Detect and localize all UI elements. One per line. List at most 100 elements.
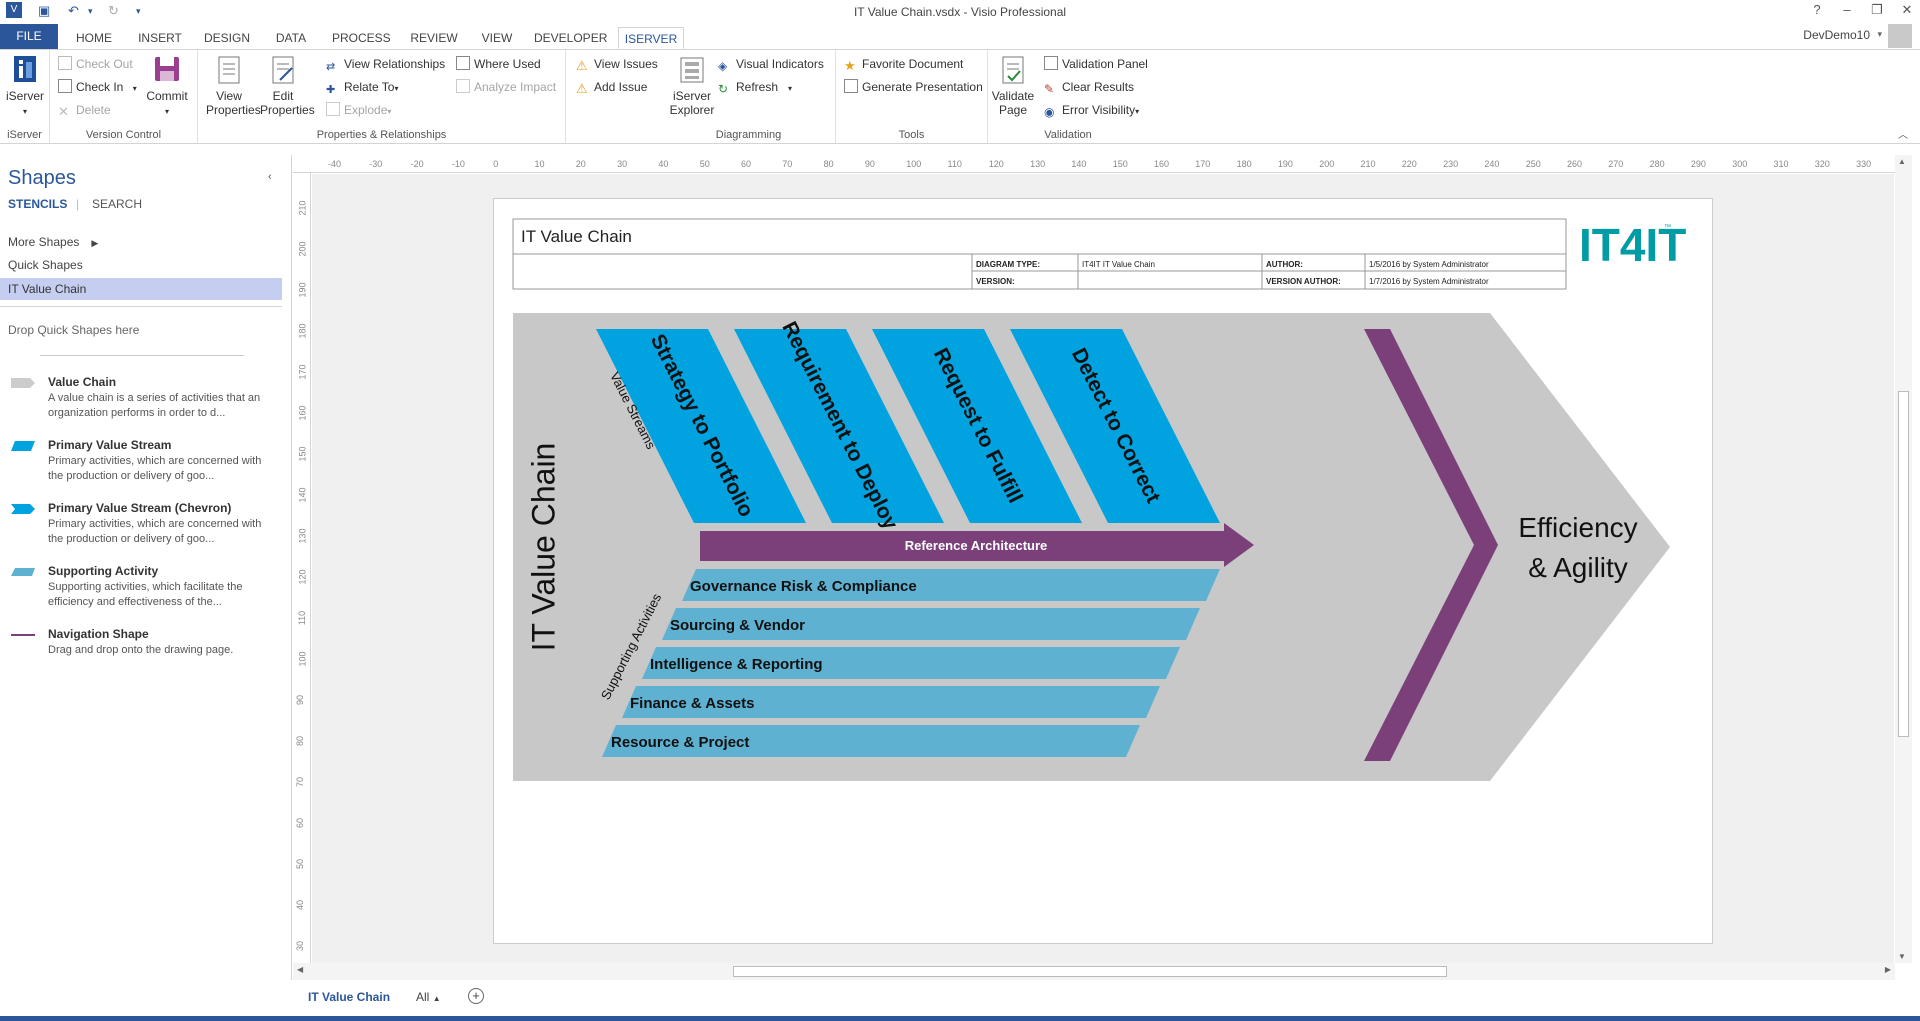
analyze-impact-label: Analyze Impact [474,80,557,94]
chain-title: IT Value Chain [525,443,561,652]
where-used-label: Where Used [474,57,541,71]
edit-properties-button[interactable]: Edit Properties [260,54,315,117]
shapes-title: Shapes [8,167,76,189]
error-visibility-button[interactable]: ◉ Error Visibility▾ [1044,100,1139,120]
ruler-tick: 270 [1608,159,1624,169]
stencil-shape-supporting-activity[interactable]: Supporting Activity Supporting activitie… [8,564,283,610]
separator: | [76,197,80,211]
generate-presentation-button[interactable]: Generate Presentation [844,77,983,97]
title-bar: V ▣ ↶ ▾ ↻ ▾ IT Value Chain.vsdx - Visio … [0,0,1920,24]
tab-stencils[interactable]: STENCILS [8,197,67,211]
validate-page-button[interactable]: Validate Page [990,54,1036,117]
avatar[interactable] [1888,24,1912,48]
ruler-tick: -40 [328,159,342,169]
help-icon[interactable]: ? [1806,2,1828,17]
vertical-scroll-thumb[interactable] [1898,391,1909,737]
page-tab-it-value-chain[interactable]: IT Value Chain [308,990,390,1004]
tab-insert[interactable]: INSERT [138,27,182,49]
ruler-tick: 240 [1484,159,1500,169]
ruler-tick: 60 [295,817,306,829]
drawing-page[interactable]: IT Value Chain DIAGRAM TYPE: IT4IT IT Va… [493,198,1713,944]
user-name[interactable]: DevDemo10 [1803,28,1870,42]
tab-search[interactable]: SEARCH [92,197,142,211]
activity-governance-risk-compliance[interactable]: Governance Risk & Compliance [682,569,1220,601]
user-dropdown-icon[interactable]: ▾ [1877,29,1882,40]
scroll-up-icon[interactable]: ▲ [1898,157,1906,166]
refresh-button[interactable]: ↻ Refresh ▾ [718,77,792,97]
ruler-tick: 210 [1360,159,1376,169]
delete-button[interactable]: ✕ Delete [58,100,111,120]
restore-icon[interactable]: ❐ [1866,2,1888,18]
ruler-tick: 150 [297,446,308,462]
stencil-shape-navigation[interactable]: Navigation Shape Drag and drop onto the … [8,627,283,663]
ruler-tick: 200 [1319,159,1335,169]
check-in-button[interactable]: Check In ▾ [58,77,137,97]
favorite-document-button[interactable]: ★ Favorite Document [844,54,963,74]
group-issues: ⚠ View Issues ⚠ Add Issue [566,50,662,143]
iserver-button[interactable]: iServer ▾ [4,54,46,119]
page-tab-all[interactable]: All ▲ [416,990,441,1004]
stencil-shape-primary-value-stream[interactable]: Primary Value Stream Primary activities,… [8,438,283,484]
minimize-icon[interactable]: – [1836,2,1858,17]
author-value: 1/5/2016 by System Administrator [1369,260,1489,269]
ruler-tick: 180 [1236,159,1252,169]
ruler-tick: 110 [947,159,962,169]
scroll-right-icon[interactable]: ▶ [1885,965,1891,974]
commit-icon [155,57,179,81]
relate-to-button[interactable]: ✚ Relate To▾ [326,77,399,97]
scroll-down-icon[interactable]: ▼ [1898,952,1906,961]
vertical-ruler: 210 200 190 180 170 160 150 140 130 120 110 100 90 80… [293,173,311,973]
where-used-button[interactable]: Where Used [456,54,541,74]
stencil-shape-value-chain[interactable]: Value Chain A value chain is a series of… [8,375,283,421]
visual-indicators-button[interactable]: ◈ Visual Indicators [718,54,824,74]
activity-intelligence-reporting[interactable]: Intelligence & Reporting [642,647,1180,679]
commit-button[interactable]: Commit ▾ [142,54,192,119]
validation-panel-icon [1044,56,1058,70]
iserver-explorer-button[interactable]: iServer Explorer [666,54,718,117]
tab-iserver[interactable]: ISERVER [618,27,684,49]
visual-indicators-icon: ◈ [718,59,728,73]
activity-sourcing-vendor[interactable]: Sourcing & Vendor [662,608,1200,640]
delete-icon: ✕ [58,104,69,119]
collapse-pane-icon[interactable]: ‹ [268,171,272,183]
quick-shapes-item[interactable]: Quick Shapes [0,254,282,276]
tab-process[interactable]: PROCESS [332,27,391,49]
window-title: IT Value Chain.vsdx - Visio Professional [853,5,1067,19]
collapse-ribbon-icon[interactable]: ︿ [1898,126,1908,141]
activity-finance-assets[interactable]: Finance & Assets [622,686,1160,718]
close-icon[interactable]: ✕ [1896,2,1918,18]
drawing-canvas[interactable]: IT Value Chain DIAGRAM TYPE: IT4IT IT Va… [312,174,1894,964]
activity-resource-project[interactable]: Resource & Project [602,725,1140,757]
analyze-impact-button[interactable]: Analyze Impact [456,77,556,97]
view-relationships-button[interactable]: ⇄ View Relationships [326,54,445,74]
horizontal-scrollbar[interactable]: ◀ ▶ [293,963,1895,980]
tab-design[interactable]: DESIGN [204,27,250,49]
explode-button[interactable]: Explode▾ [326,100,391,120]
scroll-left-icon[interactable]: ◀ [297,965,303,974]
horizontal-scroll-thumb[interactable] [733,966,1447,977]
ruler-tick: 50 [295,858,306,870]
tab-file[interactable]: FILE [0,24,58,49]
tab-view[interactable]: VIEW [480,27,514,49]
check-out-button[interactable]: Check Out [58,54,133,74]
validation-panel-button[interactable]: Validation Panel [1044,54,1148,74]
header-title: IT Value Chain [521,227,632,246]
it-value-chain-stencil[interactable]: IT Value Chain [0,278,282,300]
tab-review[interactable]: REVIEW [410,27,458,49]
tab-home[interactable]: HOME [74,27,114,49]
ruler-tick: 100 [906,159,922,169]
stencil-shape-primary-value-stream-chevron[interactable]: Primary Value Stream (Chevron) Primary a… [8,501,283,547]
add-issue-button[interactable]: ⚠ Add Issue [576,77,647,97]
view-properties-button[interactable]: View Properties [206,54,261,117]
more-shapes-item[interactable]: More Shapes ▶ [0,231,282,253]
vertical-scrollbar[interactable]: ▲ ▼ [1895,155,1912,963]
tab-developer[interactable]: DEVELOPER [534,27,607,49]
diagram-type-label: DIAGRAM TYPE: [976,260,1040,269]
add-page-icon[interactable]: + [468,988,484,1004]
version-author-value: 1/7/2016 by System Administrator [1369,277,1489,286]
clear-results-button[interactable]: ✎ Clear Results [1044,77,1134,97]
tab-data[interactable]: DATA [272,27,310,49]
view-issues-button[interactable]: ⚠ View Issues [576,54,658,74]
ruler-tick: 140 [1071,159,1087,169]
diagram-type-value: IT4IT IT Value Chain [1082,260,1155,269]
